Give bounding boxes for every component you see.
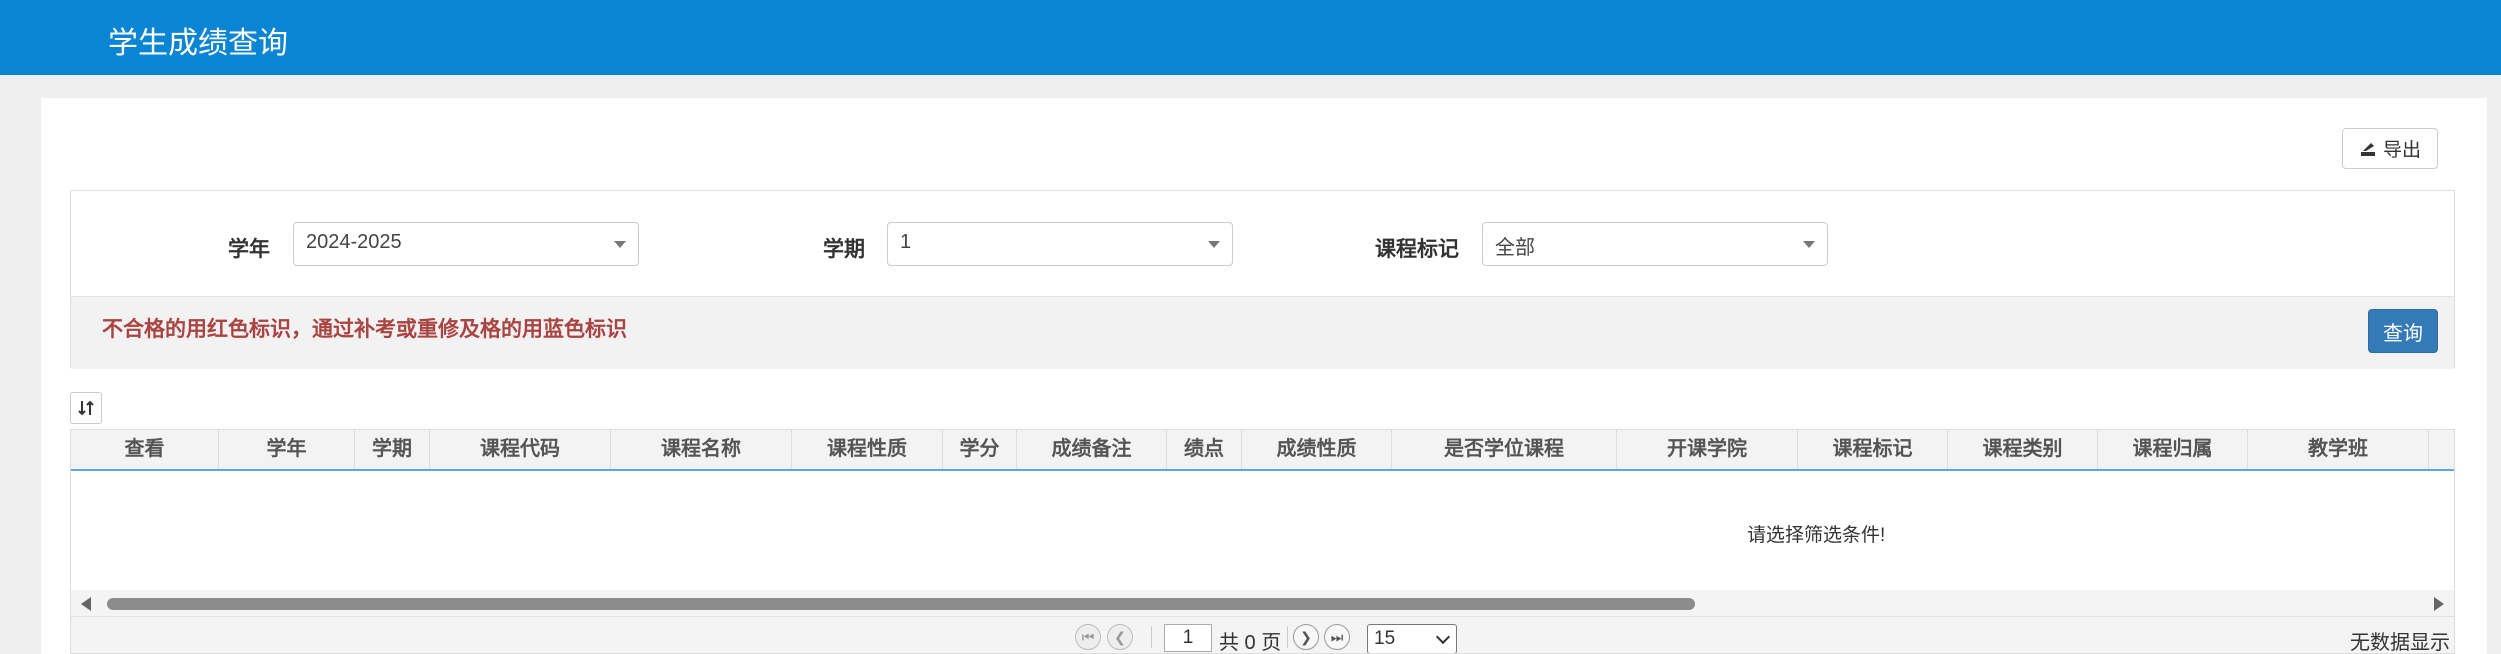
chevron-down-icon xyxy=(614,241,626,248)
last-page-icon[interactable]: ⏭ xyxy=(1324,624,1350,650)
course-mark-select[interactable]: 全部 xyxy=(1482,222,1828,266)
sort-icon xyxy=(78,400,94,416)
filter-form: 学年 2024-2025 学期 1 课程标记 全部 不合格的用红色标识，通过补考… xyxy=(70,190,2455,369)
column-header[interactable]: 课程归属 xyxy=(2098,430,2248,469)
chevron-down-icon xyxy=(1803,241,1815,248)
page-title: 学生成绩查询 xyxy=(108,27,288,60)
app-header: 学生成绩查询 xyxy=(0,0,2501,75)
column-header[interactable]: 学期 xyxy=(355,430,430,469)
term-label: 学期 xyxy=(823,238,865,261)
prev-page-icon[interactable]: ❮ xyxy=(1107,624,1133,650)
grade-table: 查看 学年 学期 课程代码 课程名称 课程性质 学分 成绩备注 绩点 成绩性质 … xyxy=(70,429,2455,654)
next-page-icon[interactable]: ❯ xyxy=(1293,624,1319,650)
chevron-down-icon xyxy=(1208,241,1220,248)
column-header[interactable]: 查看 xyxy=(71,430,219,469)
year-value: 2024-2025 xyxy=(306,231,402,253)
column-header[interactable]: 绩点 xyxy=(1167,430,1242,469)
pager-info: 无数据显示 xyxy=(2350,632,2450,654)
pager-divider xyxy=(1287,626,1288,648)
course-mark-label: 课程标记 xyxy=(1375,238,1459,261)
column-header[interactable]: 课程标记 xyxy=(1798,430,1948,469)
column-header[interactable]: 课程名称 xyxy=(611,430,792,469)
column-header[interactable]: 开课学院 xyxy=(1617,430,1798,469)
export-button[interactable]: 导出 xyxy=(2342,128,2438,169)
column-header[interactable]: 课程代码 xyxy=(430,430,611,469)
course-mark-value: 全部 xyxy=(1495,237,1535,259)
page-number-input[interactable]: 1 xyxy=(1164,624,1212,652)
table-header: 查看 学年 学期 课程代码 课程名称 课程性质 学分 成绩备注 绩点 成绩性质 … xyxy=(71,430,2454,471)
page-size-value: 15 xyxy=(1374,628,1396,649)
term-select[interactable]: 1 xyxy=(887,222,1233,266)
column-header[interactable]: 教学班 xyxy=(2248,430,2429,469)
year-label: 学年 xyxy=(228,238,270,261)
term-value: 1 xyxy=(900,231,912,253)
column-header[interactable]: 是否学位课程 xyxy=(1392,430,1617,469)
grade-color-note: 不合格的用红色标识，通过补考或重修及格的用蓝色标识 xyxy=(102,318,627,341)
pagination-bar: ⏮ ❮ 1 共 0 页 ❯ ⏭ 15 无数据显示 xyxy=(71,616,2454,654)
column-header[interactable]: 课程性质 xyxy=(792,430,943,469)
column-header[interactable]: 课程类别 xyxy=(1948,430,2098,469)
scroll-right-icon[interactable] xyxy=(2434,597,2444,611)
scrollbar-thumb[interactable] xyxy=(107,598,1695,610)
total-pages: 共 0 页 xyxy=(1219,632,1282,654)
first-page-icon[interactable]: ⏮ xyxy=(1075,624,1101,650)
column-header[interactable]: 成绩备注 xyxy=(1017,430,1167,469)
column-header[interactable]: 学分 xyxy=(943,430,1017,469)
horizontal-scrollbar[interactable] xyxy=(71,590,2454,616)
page-size-select[interactable]: 15 xyxy=(1367,624,1457,653)
column-sort-button[interactable] xyxy=(70,392,102,424)
chevron-down-icon xyxy=(1435,629,1451,645)
column-header[interactable]: 学年 xyxy=(219,430,355,469)
scroll-left-icon[interactable] xyxy=(81,597,91,611)
column-header[interactable]: 成绩性质 xyxy=(1242,430,1392,469)
empty-message: 请选择筛选条件! xyxy=(1747,525,1886,546)
query-button[interactable]: 查询 xyxy=(2368,309,2438,353)
year-select[interactable]: 2024-2025 xyxy=(293,222,639,266)
export-icon xyxy=(2360,142,2375,156)
export-label: 导出 xyxy=(2382,140,2421,161)
pager-divider xyxy=(1151,626,1152,648)
